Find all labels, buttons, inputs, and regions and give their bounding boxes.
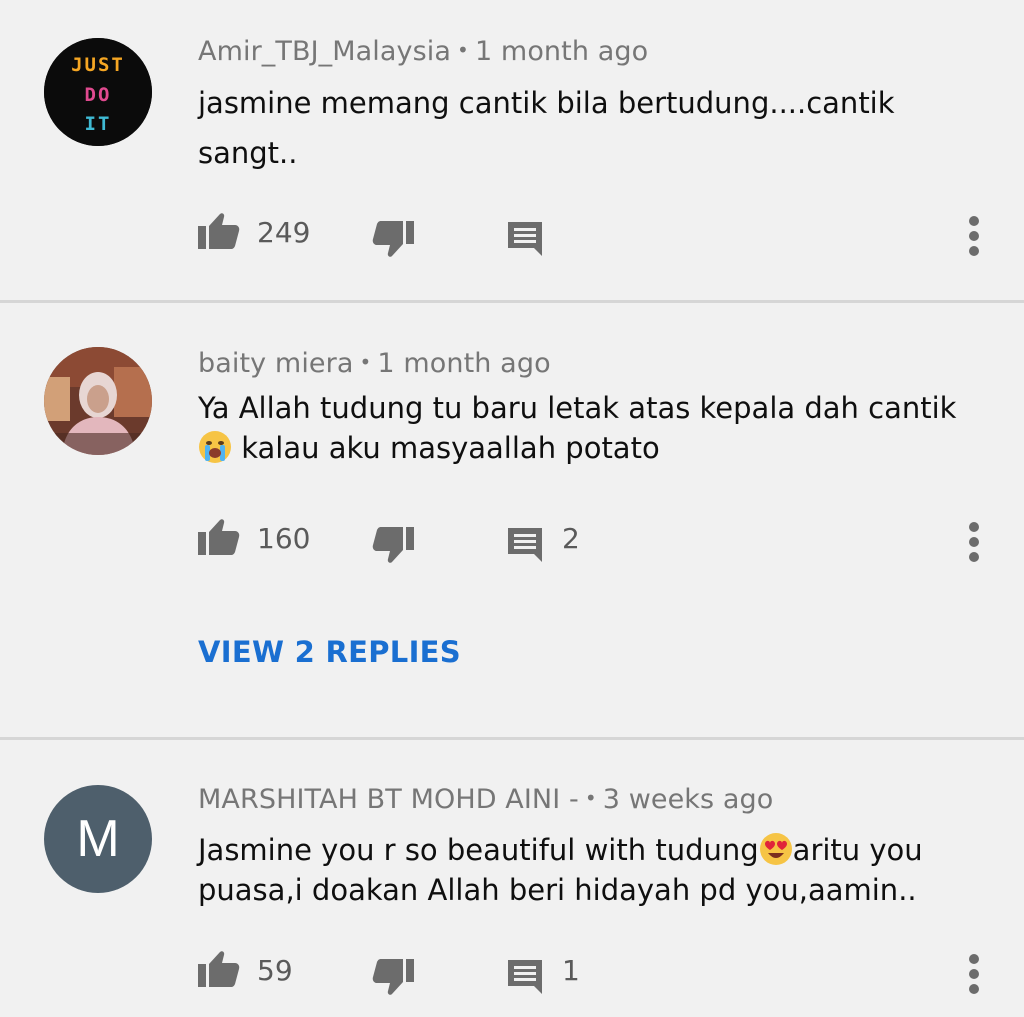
comment-time: 3 weeks ago	[602, 784, 774, 815]
more-options-icon[interactable]	[966, 522, 982, 566]
reply-icon[interactable]	[506, 220, 544, 258]
like-count: 160	[257, 522, 311, 555]
comment-meta: baity miera • 1 month ago	[198, 348, 551, 379]
svg-text:DO: DO	[85, 84, 112, 106]
thumbs-up-icon[interactable]	[198, 518, 240, 558]
just-do-it-avatar-image: JUST DO IT	[44, 38, 152, 146]
heart-eyes-face-emoji-icon	[759, 833, 792, 865]
comment-text-line: kalau aku masyaallah potato	[198, 428, 978, 468]
comment-time: 1 month ago	[474, 36, 649, 67]
avatar-letter: M	[76, 810, 120, 868]
like-count: 59	[257, 954, 293, 987]
comment-item: JUST DO IT Amir_TBJ_Malaysia • 1 month ago…	[0, 0, 1024, 300]
comment-text-line: Jasmine you r so beautiful with tudung a…	[198, 833, 923, 867]
more-options-icon[interactable]	[966, 216, 982, 260]
comment-actions: 160 2	[0, 518, 1024, 568]
reply-icon[interactable]	[506, 526, 544, 564]
avatar[interactable]	[44, 347, 152, 455]
thumbs-down-icon[interactable]	[372, 218, 414, 258]
comment-actions: 59 1	[0, 950, 1024, 1000]
thumbs-down-icon[interactable]	[372, 956, 414, 996]
reply-icon[interactable]	[506, 958, 544, 996]
author-name[interactable]: MARSHITAH BT MOHD AINI -	[198, 784, 579, 815]
thumbs-down-icon[interactable]	[372, 524, 414, 564]
view-replies-link[interactable]: VIEW 2 REPLIES	[198, 635, 461, 669]
comment-text-line: Ya Allah tudung tu baru letak atas kepal…	[198, 391, 957, 425]
thumbs-up-icon[interactable]	[198, 950, 240, 990]
comment-item: baity miera • 1 month ago Ya Allah tudung …	[0, 303, 1024, 737]
svg-text:IT: IT	[85, 113, 112, 135]
comment-actions: 249	[0, 212, 1024, 262]
user-photo-avatar-image	[44, 347, 152, 455]
reply-count: 1	[562, 954, 580, 987]
comment-meta: Amir_TBJ_Malaysia • 1 month ago	[198, 36, 648, 67]
meta-separator: •	[584, 786, 597, 810]
comment-text-line: puasa,i doakan Allah beri hidayah pd you…	[198, 873, 917, 907]
comment-time: 1 month ago	[377, 348, 551, 379]
meta-separator: •	[359, 350, 372, 374]
comment-text: Ya Allah tudung tu baru letak atas kepal…	[198, 388, 978, 468]
author-name[interactable]: Amir_TBJ_Malaysia	[198, 36, 451, 67]
comment-text-line: sangt..	[198, 136, 298, 170]
thumbs-up-icon[interactable]	[198, 212, 240, 252]
comment-text: jasmine memang cantik bila bertudung....…	[198, 78, 978, 178]
avatar[interactable]: M	[44, 785, 152, 893]
avatar[interactable]: JUST DO IT	[44, 38, 152, 146]
svg-text:JUST: JUST	[71, 54, 125, 76]
more-options-icon[interactable]	[966, 954, 982, 998]
comment-meta: MARSHITAH BT MOHD AINI - • 3 weeks ago	[198, 784, 773, 815]
comment-text-line: jasmine memang cantik bila bertudung....…	[198, 86, 895, 120]
comment-item: M MARSHITAH BT MOHD AINI - • 3 weeks ago J…	[0, 740, 1024, 1017]
reply-count: 2	[562, 522, 580, 555]
meta-separator: •	[457, 38, 469, 62]
crying-face-emoji-icon	[199, 431, 231, 463]
like-count: 249	[257, 216, 311, 249]
comment-text: Jasmine you r so beautiful with tudung a…	[198, 830, 978, 910]
author-name[interactable]: baity miera	[198, 348, 354, 379]
